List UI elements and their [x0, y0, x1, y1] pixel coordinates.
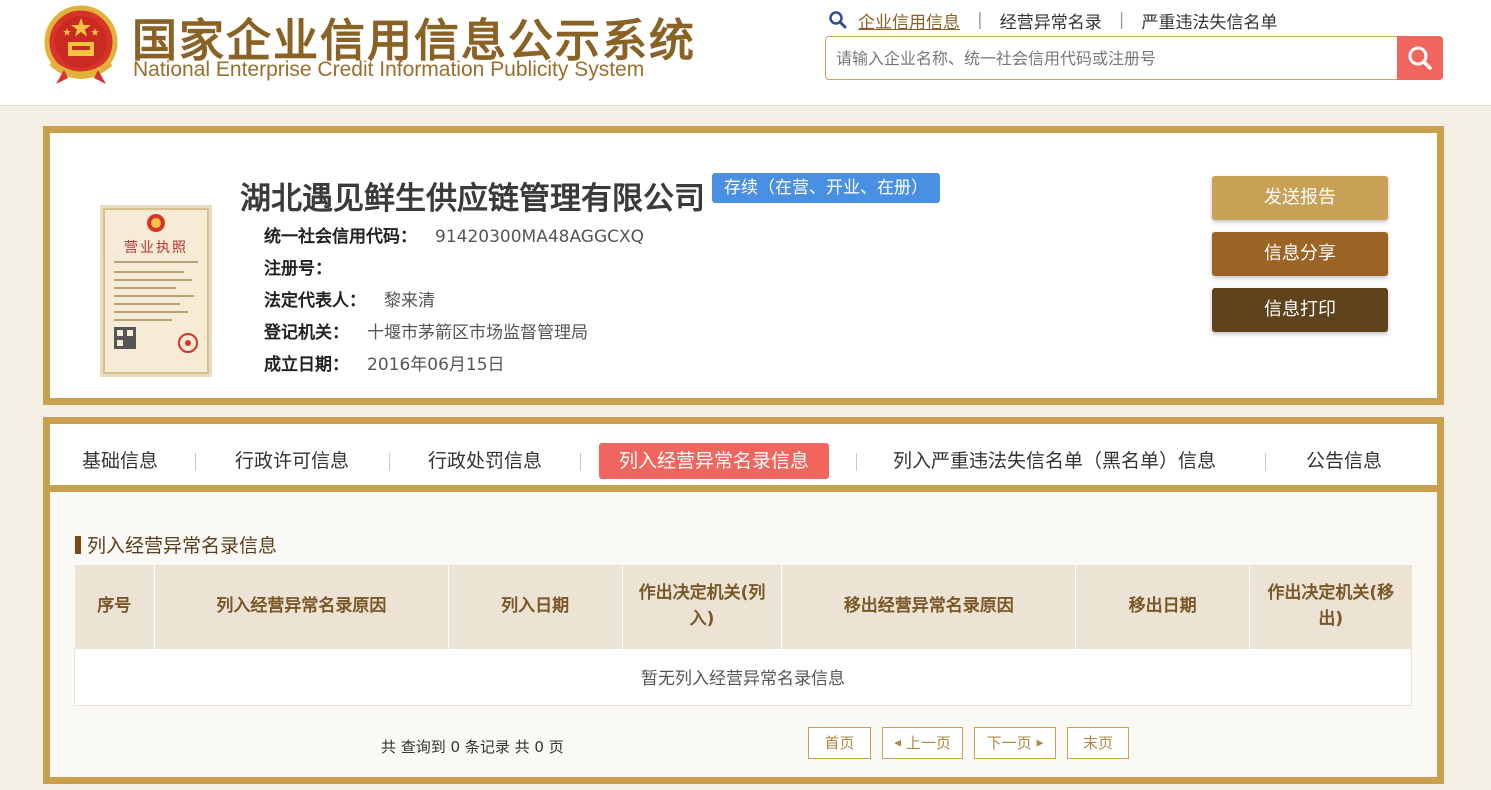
section-title-text: 列入经营异常名录信息 [87, 535, 278, 557]
column-header: 移出经营异常名录原因 [781, 565, 1077, 648]
search-icon [1408, 46, 1432, 70]
next-page-label: 下一页 [986, 734, 1032, 752]
tab-license-info[interactable]: 行政许可信息 [235, 443, 349, 479]
first-page-button[interactable]: 首页 [808, 727, 871, 759]
info-panel: 基础信息 行政许可信息 行政处罚信息 列入经营异常名录信息 列入严重违法失信名单… [43, 417, 1444, 784]
pagination-summary: 共 查询到 0 条记录 共 0 页 [381, 738, 564, 756]
column-header: 序号 [74, 565, 155, 648]
legal-rep-row: 法定代表人： 黎来清 [264, 286, 435, 311]
last-page-button[interactable]: 末页 [1067, 727, 1129, 759]
company-card: 营业执照 湖北遇见鲜生供应链管理有限公司 存续（在营、开业、在册） 统一社会信用… [43, 126, 1444, 405]
tab-announcement-info[interactable]: 公告信息 [1306, 443, 1382, 479]
column-header: 移出日期 [1075, 565, 1251, 648]
tab-bar: 基础信息 行政许可信息 行政处罚信息 列入经营异常名录信息 列入严重违法失信名单… [50, 424, 1437, 492]
search-box [825, 36, 1443, 80]
search-input[interactable] [836, 43, 1396, 73]
first-page-label: 首页 [824, 734, 855, 752]
search-button[interactable] [1397, 36, 1443, 80]
column-header: 作出决定机关(移出) [1249, 565, 1412, 648]
business-license-image: 营业执照 [100, 205, 212, 377]
table-header-row: 序号 列入经营异常名录原因 列入日期 作出决定机关(列入) 移出经营异常名录原因… [74, 565, 1412, 648]
column-header: 作出决定机关(列入) [622, 565, 783, 648]
tab-separator [580, 453, 581, 471]
caret-right-icon: ▶ [1036, 738, 1044, 749]
send-report-button[interactable]: 发送报告 [1212, 176, 1388, 220]
nav-link-credit-info[interactable]: 企业信用信息 [858, 8, 960, 33]
nav-link-blacklist[interactable]: 严重违法失信名单 [1141, 8, 1277, 33]
search-icon [829, 11, 847, 29]
nav-link-abnormal-list[interactable]: 经营异常名录 [1000, 8, 1102, 33]
reg-number-row: 注册号： [264, 254, 350, 279]
section-title: 列入经营异常名录信息 [75, 531, 277, 558]
column-header: 列入经营异常名录原因 [154, 565, 449, 648]
legal-rep-value: 黎来清 [384, 291, 435, 311]
tab-separator [195, 453, 196, 471]
national-emblem-icon [44, 5, 118, 84]
nav-separator: | [977, 10, 983, 30]
nav-separator: | [1118, 10, 1125, 30]
company-name: 湖北遇见鲜生供应链管理有限公司 [240, 181, 705, 217]
tab-separator [389, 453, 390, 471]
section-marker [75, 535, 81, 554]
credit-code-row: 统一社会信用代码： 91420300MA48AGGCXQ [264, 222, 644, 247]
last-page-label: 末页 [1082, 734, 1113, 752]
reg-number-label: 注册号： [264, 259, 332, 279]
tab-penalty-info[interactable]: 行政处罚信息 [428, 443, 542, 479]
license-title: 营业执照 [124, 240, 188, 256]
established-label: 成立日期： [264, 355, 349, 375]
column-header: 列入日期 [448, 565, 623, 648]
established-row: 成立日期： 2016年06月15日 [264, 350, 505, 375]
abnormal-list-table: 序号 列入经营异常名录原因 列入日期 作出决定机关(列入) 移出经营异常名录原因… [74, 565, 1412, 706]
tab-separator [1265, 453, 1266, 471]
site-header: 国家企业信用信息公示系统 National Enterprise Credit … [0, 0, 1491, 106]
credit-code-label: 统一社会信用代码： [264, 227, 417, 247]
top-nav: 企业信用信息 | 经营异常名录 | 严重违法失信名单 [828, 8, 1277, 33]
empty-message: 暂无列入经营异常名录信息 [74, 647, 1412, 706]
authority-value: 十堰市茅箭区市场监督管理局 [367, 323, 588, 343]
prev-page-button[interactable]: ◀ 上一页 [882, 727, 963, 759]
tab-abnormal-list[interactable]: 列入经营异常名录信息 [599, 443, 830, 479]
authority-row: 登记机关： 十堰市茅箭区市场监督管理局 [264, 318, 588, 343]
established-value: 2016年06月15日 [367, 355, 505, 375]
tab-basic-info[interactable]: 基础信息 [82, 443, 158, 479]
authority-label: 登记机关： [264, 323, 349, 343]
tab-separator [856, 453, 857, 471]
credit-code-value: 91420300MA48AGGCXQ [435, 227, 645, 247]
site-subtitle: National Enterprise Credit Information P… [133, 58, 645, 81]
share-button[interactable]: 信息分享 [1212, 232, 1388, 276]
table-row: 暂无列入经营异常名录信息 [74, 647, 1412, 706]
status-badge: 存续（在营、开业、在册） [712, 173, 940, 203]
prev-page-label: 上一页 [905, 734, 951, 752]
caret-left-icon: ◀ [894, 738, 902, 749]
print-button[interactable]: 信息打印 [1212, 288, 1388, 332]
tab-blacklist-info[interactable]: 列入严重违法失信名单（黑名单）信息 [893, 443, 1216, 479]
legal-rep-label: 法定代表人： [264, 291, 366, 311]
next-page-button[interactable]: 下一页 ▶ [974, 727, 1056, 759]
